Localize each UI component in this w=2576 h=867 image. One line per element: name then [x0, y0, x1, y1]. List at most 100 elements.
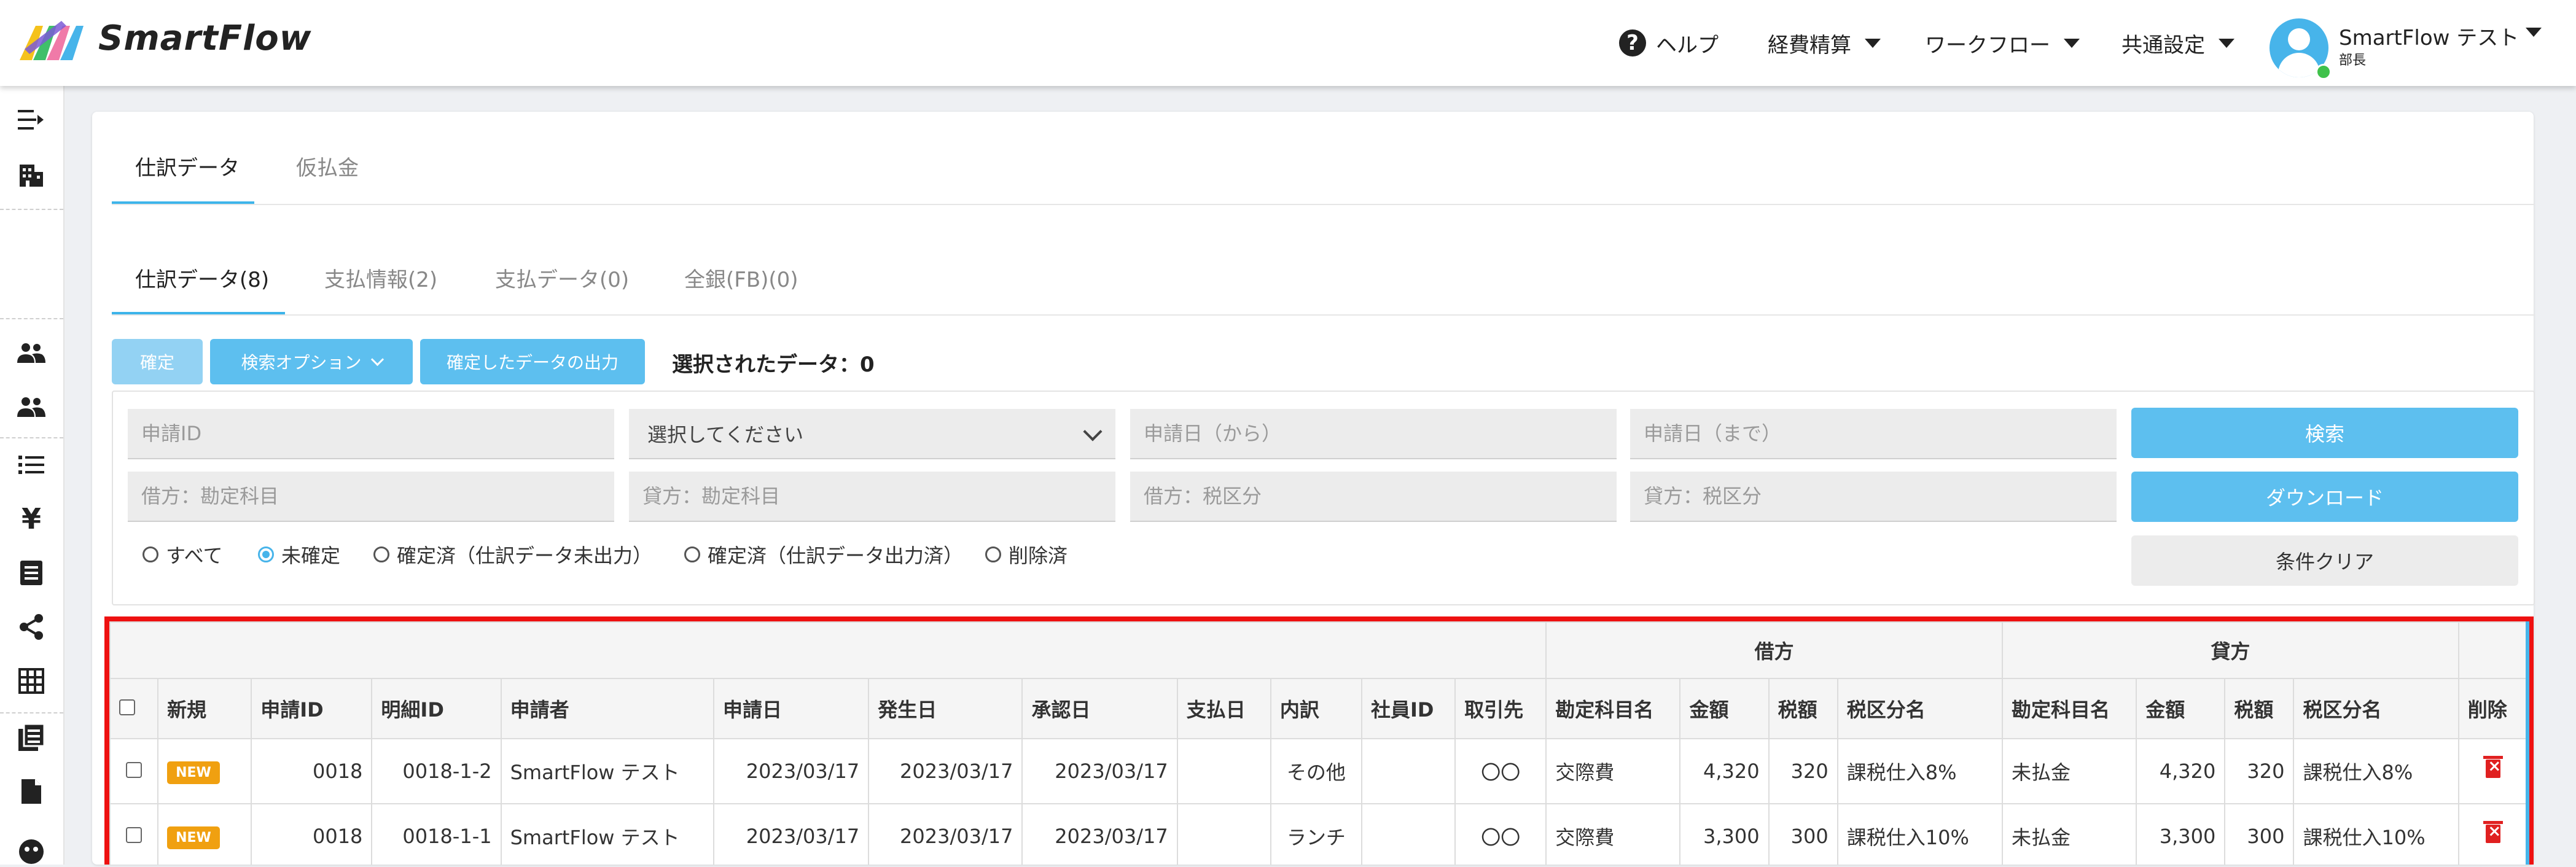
table-row[interactable]: NEW 0018 0018-1-2 SmartFlow テスト 2023/03/… — [109, 738, 2529, 804]
building-icon[interactable] — [16, 160, 47, 190]
row-checkbox[interactable] — [126, 827, 142, 843]
sidebar: ¥ — [0, 86, 64, 865]
cell-applicant: SmartFlow テスト — [500, 803, 714, 865]
credit-account-input[interactable] — [629, 472, 1115, 522]
user-role: 部長 — [2339, 53, 2367, 68]
menu-workflow-label: ワークフロー — [1925, 33, 2050, 58]
cell-credit-tax: 320 — [2224, 738, 2295, 804]
radio-deleted[interactable]: 削除済 — [985, 540, 1067, 569]
row-checkbox[interactable] — [126, 762, 142, 778]
category-select[interactable]: 選択してください — [629, 409, 1115, 459]
scroll-indicator — [2526, 621, 2529, 865]
cell-breakdown: ランチ — [1270, 803, 1362, 865]
caret-down-icon — [2219, 38, 2234, 48]
cell-breakdown: その他 — [1270, 738, 1362, 804]
debit-account-input[interactable] — [128, 472, 614, 522]
search-options-button[interactable]: 検索オプション — [210, 339, 413, 384]
radio-unconfirmed[interactable]: 未確定 — [258, 540, 340, 569]
radio-deleted-label: 削除済 — [1009, 544, 1068, 567]
users-icon[interactable] — [16, 338, 47, 368]
request-id-input[interactable] — [128, 409, 614, 459]
chevron-down-icon — [370, 352, 384, 366]
delete-trash-icon[interactable] — [2483, 756, 2504, 778]
date-to-input[interactable] — [1630, 409, 2117, 459]
col-breakdown[interactable]: 内訳 — [1270, 678, 1362, 739]
col-debit-tax[interactable]: 税額 — [1768, 678, 1838, 739]
col-approved-date[interactable]: 承認日 — [1021, 678, 1178, 739]
credit-tax-input[interactable] — [1630, 472, 2117, 522]
table-row[interactable]: NEW 0018 0018-1-1 SmartFlow テスト 2023/03/… — [109, 803, 2529, 865]
cell-detail-id: 0018-1-2 — [371, 738, 502, 804]
user-group-icon[interactable] — [16, 392, 47, 422]
smartflow-logo-icon — [20, 21, 84, 60]
cell-request-id: 0018 — [251, 738, 373, 804]
user-menu-caret-icon[interactable] — [2526, 28, 2542, 37]
download-button[interactable]: ダウンロード — [2131, 472, 2518, 522]
support-icon[interactable] — [16, 836, 47, 867]
col-new[interactable]: 新規 — [157, 678, 252, 739]
col-debit-account[interactable]: 勘定科目名 — [1545, 678, 1681, 739]
col-applied-date[interactable]: 申請日 — [712, 678, 870, 739]
file-icon[interactable] — [16, 776, 47, 807]
document-list-icon[interactable] — [16, 558, 47, 588]
brand-name[interactable]: SmartFlow — [98, 18, 312, 58]
yen-icon[interactable]: ¥ — [16, 502, 47, 535]
menu-settings[interactable]: 共通設定 — [2121, 0, 2234, 86]
col-occurred-date[interactable]: 発生日 — [868, 678, 1023, 739]
table-grid-icon[interactable] — [16, 666, 47, 696]
radio-confirmed-exported[interactable]: 確定済（仕訳データ出力済） — [684, 540, 963, 569]
clear-conditions-button[interactable]: 条件クリア — [2131, 535, 2518, 586]
col-credit-tax-class[interactable]: 税区分名 — [2293, 678, 2459, 739]
user-name[interactable]: SmartFlow テスト — [2339, 21, 2519, 51]
cell-approved-date: 2023/03/17 — [1021, 803, 1178, 865]
delete-trash-icon[interactable] — [2483, 821, 2504, 843]
col-paid-date[interactable]: 支払日 — [1176, 678, 1271, 739]
col-debit-tax-class[interactable]: 税区分名 — [1836, 678, 2004, 739]
search-button[interactable]: 検索 — [2131, 408, 2518, 458]
tab-journal-count[interactable]: 仕訳データ(8) — [135, 263, 269, 293]
col-applicant[interactable]: 申請者 — [500, 678, 714, 739]
menu-workflow[interactable]: ワークフロー — [1925, 0, 2080, 86]
selected-count: 選択されたデータ：0 — [672, 352, 875, 377]
confirm-button[interactable]: 確定 — [112, 339, 203, 384]
app-header: SmartFlow ? ヘルプ 経費精算 ワークフロー 共通設定 SmartFl… — [0, 0, 2576, 86]
share-icon[interactable] — [16, 612, 47, 642]
new-badge: NEW — [167, 826, 220, 849]
radio-all[interactable]: すべて — [142, 540, 222, 569]
tab-payment-info[interactable]: 支払情報(2) — [324, 263, 437, 293]
col-request-id[interactable]: 申請ID — [251, 678, 373, 739]
col-employee-id[interactable]: 社員ID — [1360, 678, 1456, 739]
help-icon: ? — [1619, 29, 1646, 56]
col-credit-tax[interactable]: 税額 — [2224, 678, 2295, 739]
export-confirmed-button[interactable]: 確定したデータの出力 — [420, 339, 645, 384]
tab-payment-data[interactable]: 支払データ(0) — [495, 263, 629, 293]
radio-icon — [142, 546, 158, 562]
col-detail-id[interactable]: 明細ID — [371, 678, 502, 739]
copy-list-icon[interactable] — [16, 722, 47, 753]
list-icon[interactable] — [16, 449, 47, 480]
col-credit-account[interactable]: 勘定科目名 — [2002, 678, 2137, 739]
cell-credit-account: 未払金 — [2002, 738, 2137, 804]
cell-paid-date — [1176, 738, 1271, 804]
menu-expense[interactable]: 経費精算 — [1768, 0, 1881, 86]
chevron-down-icon — [1083, 422, 1103, 441]
debit-tax-input[interactable] — [1130, 472, 1617, 522]
cell-debit-amount: 3,300 — [1679, 803, 1770, 865]
col-debit-amount[interactable]: 金額 — [1679, 678, 1770, 739]
menu-expense-label: 経費精算 — [1768, 33, 1851, 58]
cell-credit-tax-class: 課税仕入8% — [2293, 738, 2459, 804]
select-all-checkbox[interactable] — [119, 699, 135, 715]
tab-advance-payment[interactable]: 仮払金 — [296, 151, 359, 181]
col-partner[interactable]: 取引先 — [1454, 678, 1547, 739]
radio-confirmed-unexported[interactable]: 確定済（仕訳データ未出力） — [373, 540, 652, 569]
caret-down-icon — [1865, 38, 1881, 48]
radio-icon — [373, 546, 389, 562]
date-from-input[interactable] — [1130, 409, 1617, 459]
tab-zengin-fb[interactable]: 全銀(FB)(0) — [684, 263, 798, 293]
tab-journal-data[interactable]: 仕訳データ — [135, 151, 240, 181]
menu-settings-label: 共通設定 — [2121, 33, 2205, 58]
collapse-menu-icon[interactable] — [16, 104, 47, 135]
category-select-value: 選択してください — [647, 423, 804, 446]
col-credit-amount[interactable]: 金額 — [2136, 678, 2226, 739]
help-link[interactable]: ? ヘルプ — [1619, 0, 1719, 86]
